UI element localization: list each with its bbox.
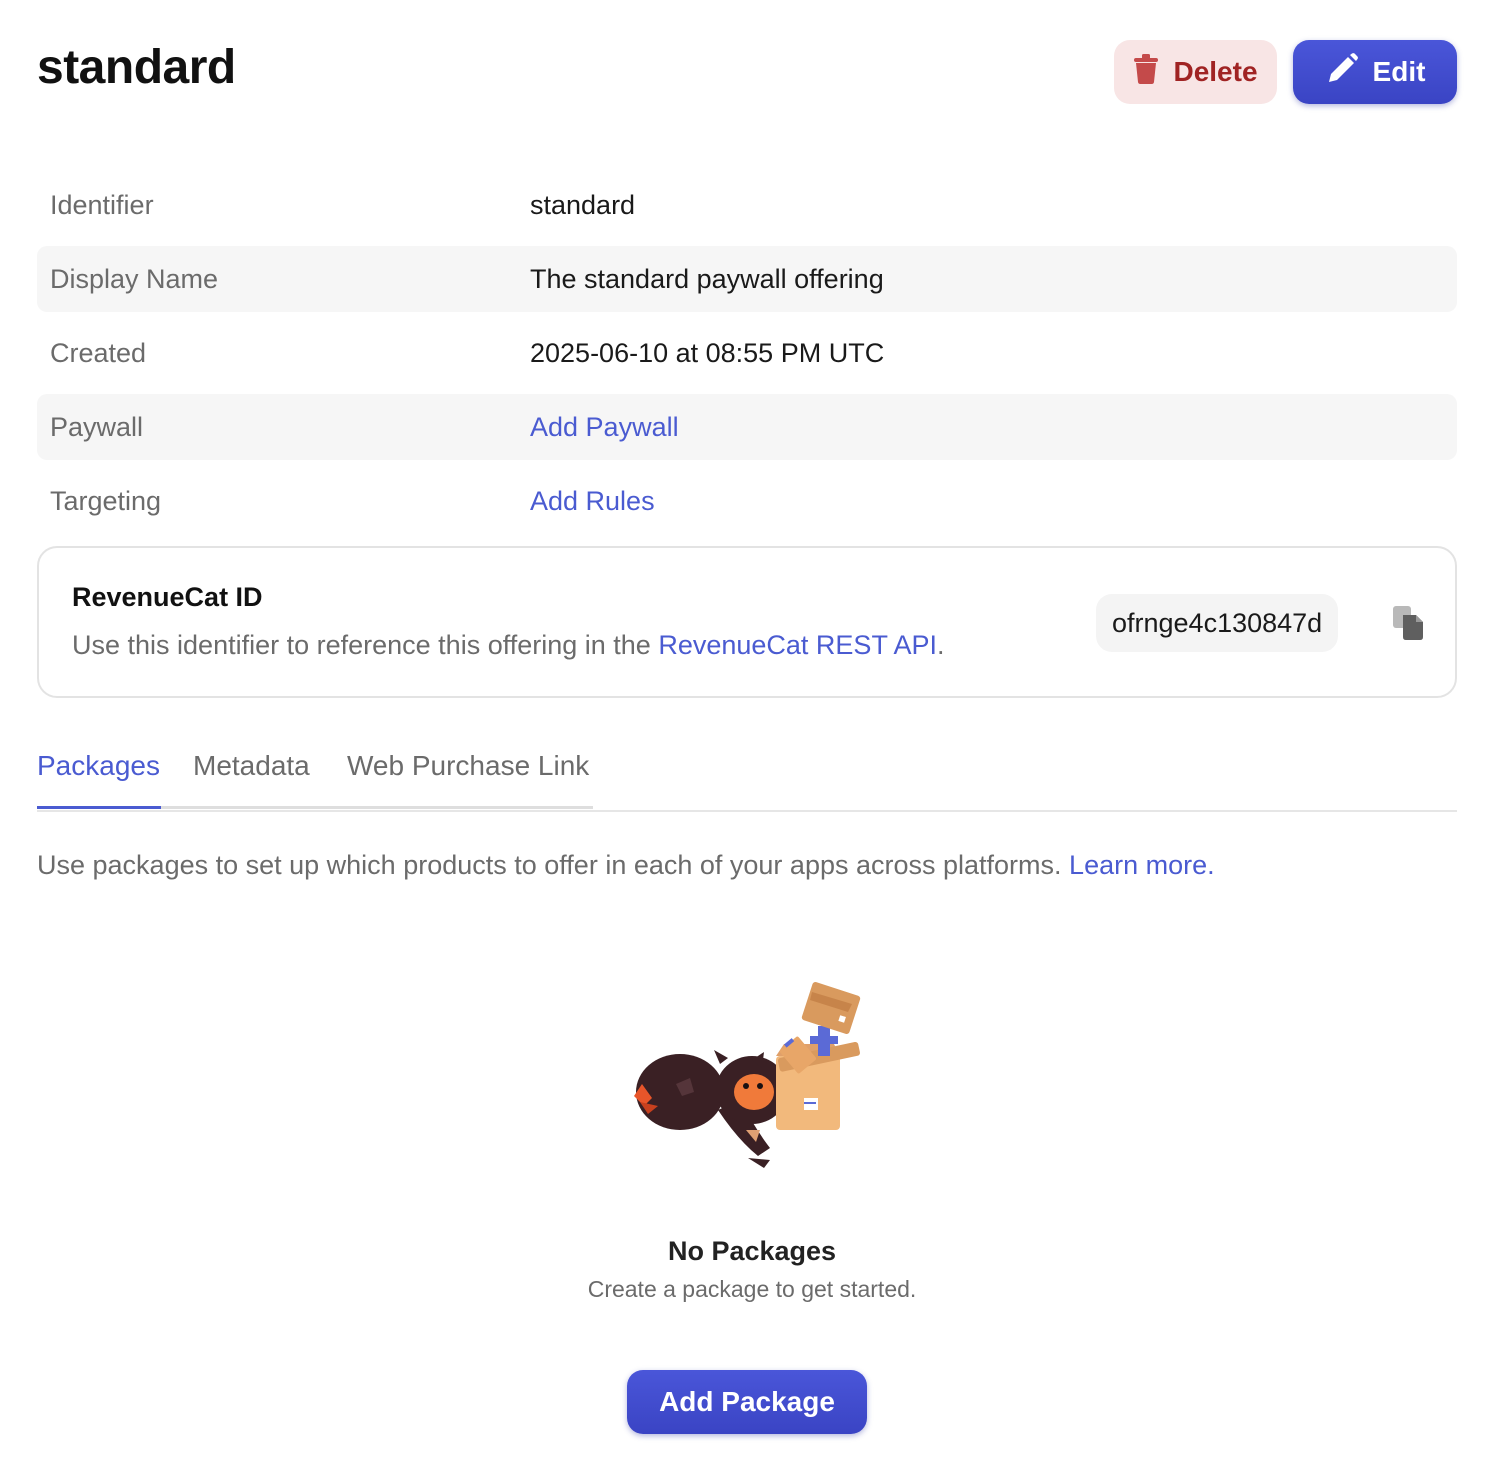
empty-state-subtitle: Create a package to get started.: [587, 1276, 917, 1302]
active-tab-indicator: [37, 806, 161, 809]
detail-label: Paywall: [50, 411, 144, 442]
detail-label: Created: [50, 337, 147, 368]
add-rules-link[interactable]: Add Rules: [530, 486, 655, 517]
offering-details: Identifier standard Display Name The sta…: [37, 168, 1457, 538]
delete-label: Delete: [1173, 56, 1258, 87]
add-paywall-link[interactable]: Add Paywall: [530, 412, 679, 443]
edit-button[interactable]: Edit: [1293, 40, 1457, 104]
rest-api-link[interactable]: RevenueCat REST API: [658, 630, 937, 660]
detail-value: The standard paywall offering: [530, 263, 884, 294]
empty-state-title: No Packages: [667, 1236, 837, 1266]
revenuecat-id-value: ofrnge4c130847d: [1096, 594, 1339, 652]
trash-icon: [1133, 53, 1159, 92]
packages-intro: Use packages to set up which products to…: [37, 850, 1215, 881]
detail-label: Identifier: [50, 189, 154, 220]
packages-intro-text: Use packages to set up which products to…: [37, 850, 1070, 880]
tab-metadata[interactable]: Metadata: [193, 750, 310, 810]
revenuecat-id-card: RevenueCat ID Use this identifier to ref…: [37, 546, 1457, 698]
copy-icon[interactable]: [1392, 605, 1424, 641]
id-card-desc-text: Use this identifier to reference this of…: [72, 630, 659, 660]
detail-row-display-name: Display Name The standard paywall offeri…: [37, 246, 1457, 312]
detail-row-identifier: Identifier standard: [37, 168, 1457, 242]
delete-button[interactable]: Delete: [1114, 40, 1277, 104]
cat-carrying-boxes-illustration: [628, 980, 868, 1180]
add-package-button[interactable]: Add Package: [627, 1370, 867, 1434]
detail-label: Targeting: [50, 485, 162, 516]
pencil-icon: [1325, 52, 1359, 93]
detail-label: Display Name: [50, 263, 219, 294]
detail-row-targeting: Targeting Add Rules: [37, 464, 1457, 538]
tab-bar: Packages Metadata Web Purchase Link: [37, 740, 1457, 812]
id-card-description: Use this identifier to reference this of…: [72, 630, 945, 661]
id-card-title: RevenueCat ID: [72, 582, 263, 612]
tab-track: [161, 806, 593, 809]
tab-web-purchase-link[interactable]: Web Purchase Link: [347, 750, 589, 810]
detail-value: 2025-06-10 at 08:55 PM UTC: [530, 337, 885, 368]
id-card-desc-suffix: .: [936, 630, 945, 660]
detail-value: standard: [530, 189, 636, 220]
edit-label: Edit: [1372, 56, 1426, 87]
detail-row-created: Created 2025-06-10 at 08:55 PM UTC: [37, 316, 1457, 390]
tab-packages[interactable]: Packages: [37, 750, 160, 810]
page-title: standard: [37, 41, 236, 94]
detail-row-paywall: Paywall Add Paywall: [37, 394, 1457, 460]
learn-more-link[interactable]: Learn more.: [1069, 850, 1215, 880]
